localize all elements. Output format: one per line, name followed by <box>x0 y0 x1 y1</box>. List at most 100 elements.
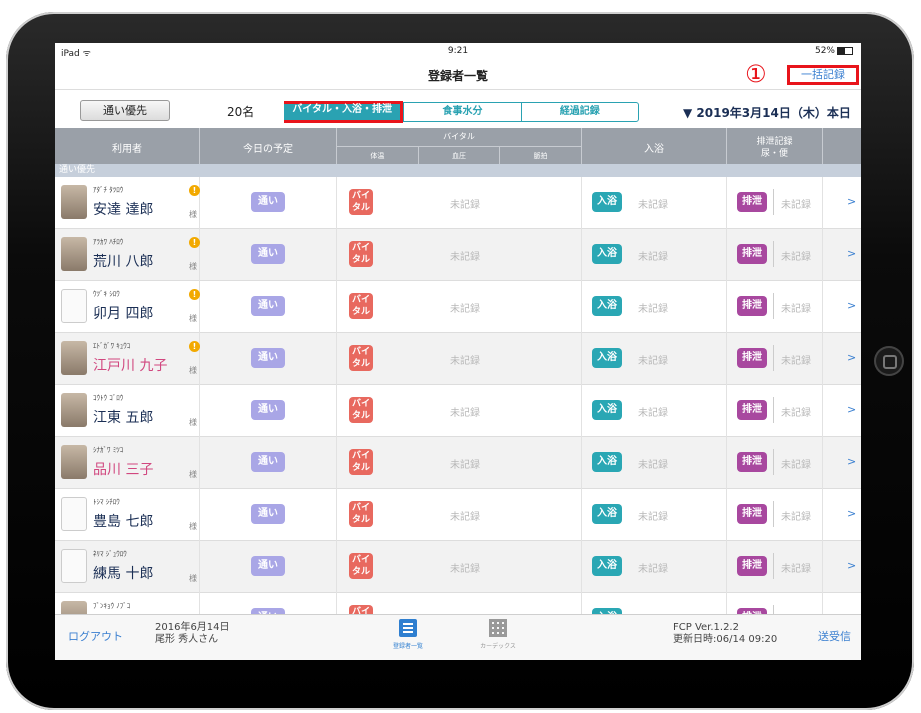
bath-cell: 入浴 未記録 <box>582 541 727 593</box>
segment-meal-water[interactable]: 食事水分 <box>403 103 520 121</box>
schedule-cell: 通い <box>200 229 337 281</box>
attendance-badge[interactable]: 通い <box>251 452 285 472</box>
clock: 9:21 <box>447 46 469 56</box>
table-row[interactable]: ｼﾅｶﾞﾜ ﾐﾂｺ 品川 三子様 通い バイ タル 未記録 入浴 未記録 排泄 未記録 > <box>55 437 861 489</box>
vital-button-label-2: タル <box>351 307 370 317</box>
priority-button[interactable]: 通い優先 <box>80 100 170 121</box>
chevron-right-icon[interactable]: > <box>847 507 856 520</box>
vital-cell: バイタル未記録 <box>337 489 582 541</box>
batch-record-button[interactable]: 一括記録 <box>787 65 859 85</box>
tab-kardex[interactable]: カーデックス <box>473 619 523 650</box>
chevron-right-icon[interactable]: > <box>847 455 856 468</box>
bath-button[interactable]: 入浴 <box>592 348 622 368</box>
bath-button[interactable]: 入浴 <box>592 400 622 420</box>
table-row[interactable]: ｱﾀﾞﾁ ﾀﾂﾛｳ 安達 達郎! 様 通い バイ タル 未記録 入浴 未記録 排泄 未記録 > <box>55 177 861 229</box>
segment-vital-bath-excretion[interactable]: バイタル・入浴・排泄 <box>284 101 404 123</box>
excretion-button[interactable]: 排泄 <box>737 192 767 212</box>
excretion-status: 未記録 <box>781 252 811 263</box>
bath-button[interactable]: 入浴 <box>592 192 622 212</box>
vital-button[interactable]: バイタル <box>349 293 373 319</box>
vital-button-label-1: バイ <box>351 503 370 513</box>
bath-status: 未記録 <box>638 512 668 523</box>
table-row[interactable]: ｺｳﾄｳ ｺﾞﾛｳ 江東 五郎様 通い バイ タル 未記録 入浴 未記録 排泄 未記録 > <box>55 385 861 437</box>
attendance-badge[interactable]: 通い <box>251 296 285 316</box>
vital-cell: バイタル未記録 <box>337 229 582 281</box>
chevron-right-icon[interactable]: > <box>847 351 856 364</box>
table-row[interactable]: ｳﾂﾞｷ ｼﾛｳ 卯月 四郎! 様 通い バイ タル 未記録 入浴 未記録 排泄 未記録 > <box>55 281 861 333</box>
bath-button[interactable]: 入浴 <box>592 296 622 316</box>
sync-button[interactable]: 送受信 <box>818 628 851 644</box>
excretion-button[interactable]: 排泄 <box>737 556 767 576</box>
detail-cell[interactable]: > <box>823 437 861 489</box>
excretion-button[interactable]: 排泄 <box>737 244 767 264</box>
excretion-button[interactable]: 排泄 <box>737 296 767 316</box>
attendance-badge[interactable]: 通い <box>251 192 285 212</box>
vital-button[interactable]: バイタル <box>349 241 373 267</box>
bath-cell: 入浴 未記録 <box>582 281 727 333</box>
excretion-status: 未記録 <box>781 512 811 523</box>
header-pulse: 脈拍 <box>499 147 581 165</box>
login-user: 尾形 秀人さん <box>155 634 219 645</box>
excretion-status: 未記録 <box>781 200 811 211</box>
vital-cell: バイタル未記録 <box>337 593 582 614</box>
attendance-badge[interactable]: 通い <box>251 504 285 524</box>
detail-cell[interactable]: > <box>823 489 861 541</box>
version-label: FCP Ver.1.2.2 <box>673 622 739 633</box>
detail-cell[interactable]: > <box>823 333 861 385</box>
header-detail <box>823 128 861 164</box>
chevron-right-icon[interactable]: > <box>847 403 856 416</box>
table-row[interactable]: ｱﾗｶﾜ ﾊﾁﾛｳ 荒川 八郎! 様 通い バイ タル 未記録 入浴 未記録 排泄 未記録 > <box>55 229 861 281</box>
vital-cell: バイタル未記録 <box>337 333 582 385</box>
bath-button[interactable]: 入浴 <box>592 556 622 576</box>
schedule-cell: 通い <box>200 541 337 593</box>
logout-button[interactable]: ログアウト <box>68 628 123 644</box>
vital-button[interactable]: バイタル <box>349 345 373 371</box>
vital-button[interactable]: バイタル <box>349 501 373 527</box>
attendance-badge[interactable]: 通い <box>251 556 285 576</box>
detail-cell[interactable]: > <box>823 385 861 437</box>
vital-button[interactable]: バイタル <box>349 553 373 579</box>
avatar <box>61 237 87 271</box>
vital-button[interactable]: バイタル <box>349 189 373 215</box>
vital-button[interactable]: バイタル <box>349 397 373 423</box>
chevron-right-icon[interactable]: > <box>847 299 856 312</box>
table-row[interactable]: ﾈﾘﾏ ｼﾞｭｳﾛｳ 練馬 十郎様 通い バイ タル 未記録 入浴 未記録 排泄 未記録 > <box>55 541 861 593</box>
attendance-badge[interactable]: 通い <box>251 244 285 264</box>
detail-cell[interactable]: > <box>823 541 861 593</box>
chevron-right-icon[interactable]: > <box>847 247 856 260</box>
detail-cell[interactable]: > <box>823 177 861 229</box>
detail-cell[interactable]: > <box>823 281 861 333</box>
excretion-button[interactable]: 排泄 <box>737 504 767 524</box>
tab-user-list-label: 登録者一覧 <box>392 643 423 650</box>
bath-button[interactable]: 入浴 <box>592 504 622 524</box>
vital-button-label-1: バイ <box>351 243 370 253</box>
chevron-right-icon[interactable]: > <box>847 195 856 208</box>
segment-progress-record[interactable]: 経過記録 <box>520 103 638 121</box>
bath-button[interactable]: 入浴 <box>592 244 622 264</box>
vital-button-label-2: タル <box>351 567 370 577</box>
home-button[interactable] <box>874 346 904 376</box>
excretion-button[interactable]: 排泄 <box>737 452 767 472</box>
date-selector[interactable]: ▼ 2019年3月14日（木）本日 <box>683 104 851 121</box>
tab-user-list[interactable]: 登録者一覧 <box>388 619 428 650</box>
detail-cell[interactable]: > <box>823 229 861 281</box>
table-row[interactable]: ﾌﾞﾝｷｮｳ ﾉﾌﾞｺ様通いバイタル未記録入浴未記録排泄未記録> <box>55 593 861 614</box>
vital-button[interactable]: バイタル <box>349 605 373 614</box>
attendance-badge[interactable]: 通い <box>251 400 285 420</box>
table-row[interactable]: ﾄｼﾏ ｼﾁﾛｳ 豊島 七郎様 通い バイ タル 未記録 入浴 未記録 排泄 未記録 > <box>55 489 861 541</box>
attendance-badge[interactable]: 通い <box>251 348 285 368</box>
login-date: 2016年6月14日 <box>155 622 230 633</box>
excretion-button[interactable]: 排泄 <box>737 348 767 368</box>
excretion-status: 未記録 <box>781 460 811 471</box>
header-bath: 入浴 <box>582 128 727 164</box>
user-name: 安達 達郎 <box>93 202 154 218</box>
excretion-button[interactable]: 排泄 <box>737 400 767 420</box>
chevron-right-icon[interactable]: > <box>847 559 856 572</box>
table-row[interactable]: ｴﾄﾞｶﾞﾜ ｷｭｳｺ 江戸川 九子! 様 通い バイ タル 未記録 入浴 未記録 排泄 未記録 > <box>55 333 861 385</box>
excretion-status: 未記録 <box>781 304 811 315</box>
detail-cell[interactable]: > <box>823 593 861 614</box>
tab-kardex-label: カーデックス <box>480 643 516 650</box>
bath-button[interactable]: 入浴 <box>592 452 622 472</box>
vital-button[interactable]: バイタル <box>349 449 373 475</box>
user-kana: ﾈﾘﾏ ｼﾞｭｳﾛｳ <box>93 550 127 558</box>
